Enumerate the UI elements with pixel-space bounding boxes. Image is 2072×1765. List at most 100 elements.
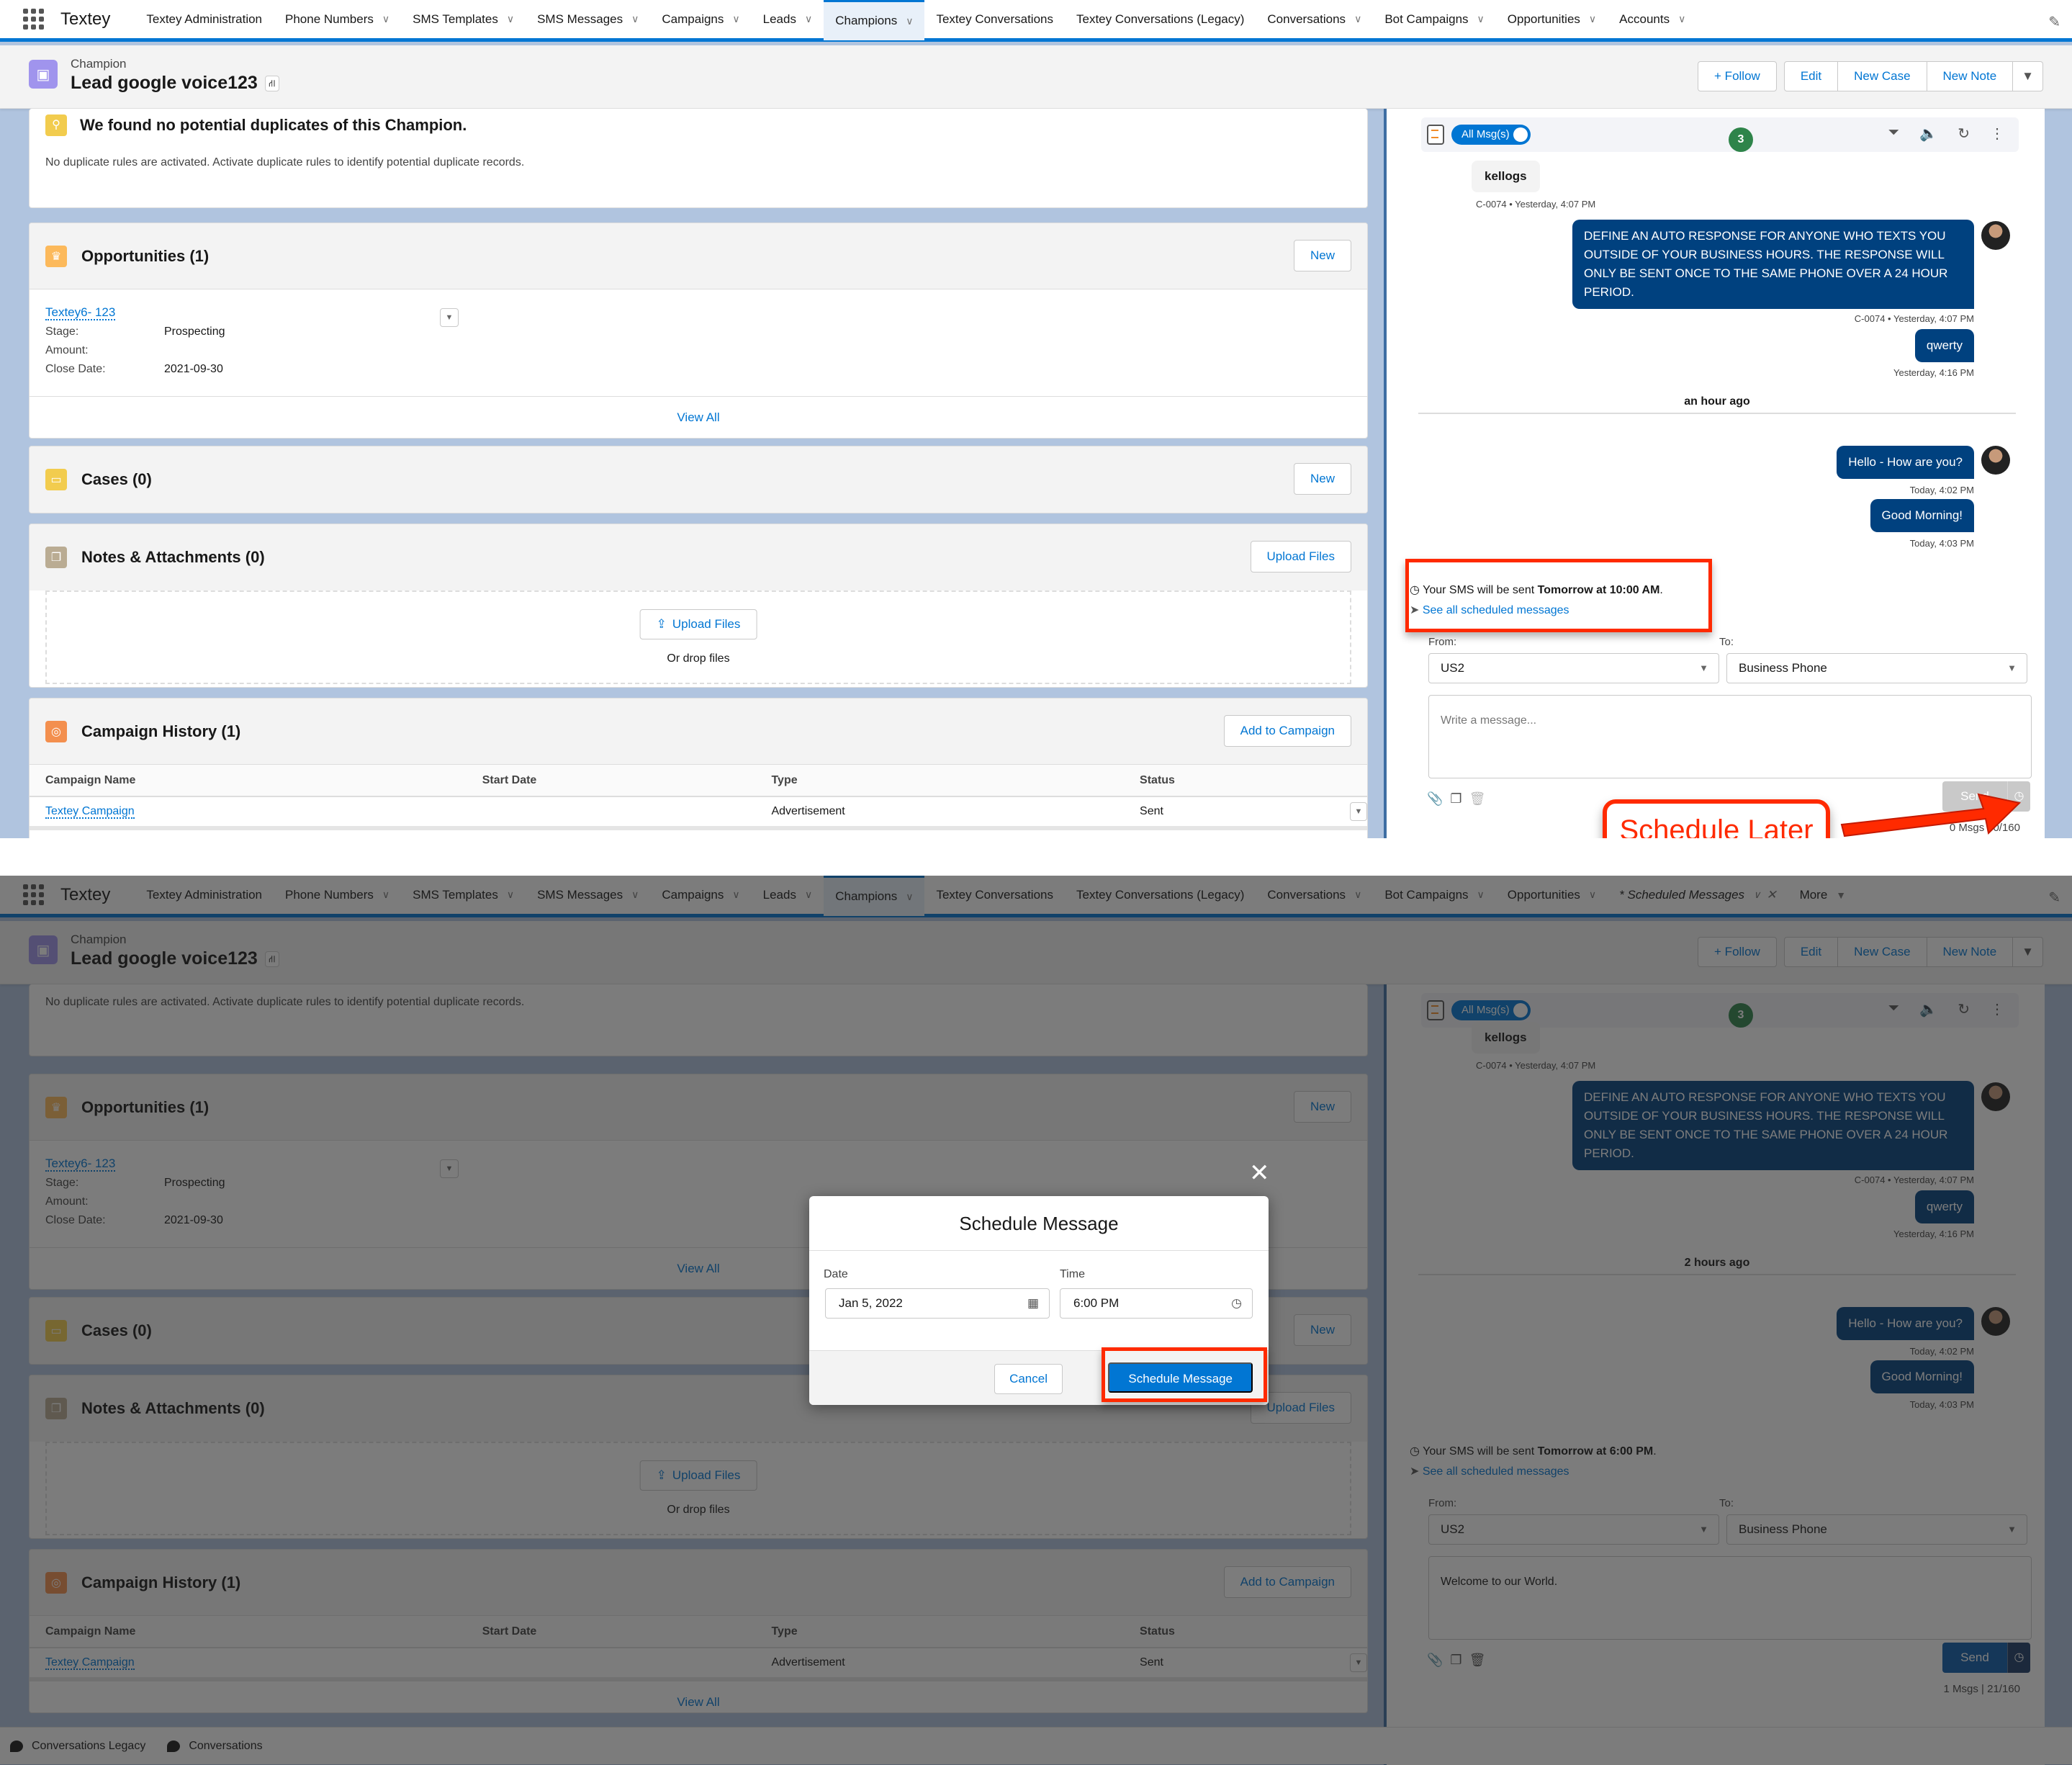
message-bubble-outgoing: DEFINE AN AUTO RESPONSE FOR ANYONE WHO T… (1572, 220, 1974, 309)
schedule-button-highlight (1102, 1347, 1267, 1402)
opportunity-link[interactable]: Textey6- 123 (45, 305, 116, 320)
upload-files-header-button[interactable]: Upload Files (1250, 541, 1351, 572)
nav-tabs: Textey AdministrationPhone Numbers∨SMS T… (135, 0, 1697, 40)
nav-tab[interactable]: Phone Numbers∨ (274, 0, 401, 40)
message-bubble-incoming: kellogs (1472, 161, 1540, 192)
attach-icon[interactable]: 📎 (1427, 791, 1443, 807)
chevron-down-icon[interactable]: ∨ (1678, 13, 1685, 25)
from-select[interactable]: US2▼ (1428, 653, 1719, 683)
row-actions-dropdown[interactable]: ▼ (440, 308, 459, 327)
cancel-button[interactable]: Cancel (994, 1364, 1063, 1394)
message-meta: Today, 4:02 PM (1909, 485, 1974, 495)
close-modal-icon[interactable]: ✕ (1249, 1159, 1270, 1187)
opportunity-icon: ♛ (45, 245, 67, 267)
message-bubble-outgoing: Hello - How are you? (1837, 446, 1974, 479)
agent-avatar (1981, 221, 2010, 250)
cases-card: ▭ Cases (0) New (29, 446, 1368, 513)
hierarchy-icon[interactable]: ⛙ (264, 76, 279, 92)
opportunities-view-all[interactable]: View All (30, 396, 1367, 438)
filter-icon[interactable]: ⏷ (1888, 125, 1899, 143)
row-actions-dropdown[interactable]: ▼ (1350, 802, 1367, 821)
nav-tab[interactable]: Conversations∨ (1256, 0, 1373, 40)
time-input[interactable]: 6:00 PM ◷ (1060, 1288, 1253, 1319)
chevron-down-icon[interactable]: ∨ (507, 13, 514, 25)
message-bubble-outgoing: Good Morning! (1870, 499, 1974, 532)
calendar-icon[interactable]: ▦ (1027, 1289, 1039, 1318)
notes-card: ❐ Notes & Attachments (0) Upload Files ⇪Up… (29, 524, 1368, 688)
message-input[interactable]: Write a message... (1428, 695, 2032, 778)
nav-tab[interactable]: Bot Campaigns∨ (1373, 0, 1495, 40)
col-header[interactable]: Status (1124, 765, 1334, 797)
opp-field-row: Stage:Prospecting (45, 325, 225, 338)
chat-header: All Msg(s) 3 ⏷ 🔈 ↻ ⋮ (1421, 117, 2019, 152)
file-dropzone[interactable]: ⇪Upload Files Or drop files (45, 590, 1351, 684)
follow-button[interactable]: + Follow (1698, 61, 1777, 91)
new-note-button[interactable]: New Note (1927, 61, 2014, 91)
chevron-down-icon[interactable]: ∨ (906, 15, 913, 27)
upload-files-button[interactable]: ⇪Upload Files (639, 609, 757, 639)
chevron-down-icon[interactable]: ∨ (1477, 13, 1485, 25)
app-name: Textey (60, 9, 111, 29)
nav-tab[interactable]: SMS Templates∨ (401, 0, 526, 40)
caret-down-icon: ▼ (1699, 663, 1708, 673)
col-header[interactable]: Campaign Name (30, 765, 467, 797)
message-meta: Today, 4:03 PM (1909, 538, 1974, 549)
nav-tab[interactable]: Textey Administration (135, 0, 274, 40)
new-case-related-button[interactable]: New (1293, 463, 1351, 495)
refresh-icon[interactable]: ↻ (1958, 125, 1970, 143)
opportunities-card: ♛ Opportunities (1) New Textey6- 123 Stage… (29, 223, 1368, 439)
delete-icon[interactable]: 🗑 (1469, 791, 1486, 807)
nav-tab[interactable]: SMS Messages∨ (526, 0, 650, 40)
chevron-down-icon[interactable]: ∨ (382, 13, 389, 25)
date-input[interactable]: Jan 5, 2022 ▦ (825, 1288, 1050, 1319)
date-label: Date (824, 1268, 848, 1280)
nav-tab[interactable]: Leads∨ (752, 0, 824, 40)
duplicates-title: We found no potential duplicates of this… (80, 116, 467, 134)
edit-button[interactable]: Edit (1783, 61, 1839, 91)
opp-field-row: Close Date:2021-09-30 (45, 363, 223, 375)
sound-icon[interactable]: 🔈 (1919, 125, 1937, 143)
campaign-link[interactable]: Textey Campaign (45, 805, 135, 819)
new-opportunity-button[interactable]: New (1293, 240, 1351, 271)
col-header[interactable]: Type (755, 765, 1125, 797)
chevron-down-icon[interactable]: ∨ (631, 13, 639, 25)
app-launcher-icon[interactable] (23, 9, 45, 30)
notes-title: Notes & Attachments (0) (81, 548, 265, 566)
nav-tab[interactable]: Textey Conversations (Legacy) (1065, 0, 1256, 40)
template-icon[interactable]: ❐ (1450, 791, 1461, 807)
nav-tab[interactable]: Accounts ∨ (1608, 0, 1697, 40)
col-header[interactable]: Start Date (466, 765, 756, 797)
message-meta: Yesterday, 4:16 PM (1893, 367, 1974, 378)
record-header: ▣ Champion Lead google voice123⛙ + Follo… (0, 45, 2072, 109)
textey-chat-logo-icon (1427, 125, 1444, 145)
nav-tab[interactable]: Textey Conversations (924, 0, 1065, 40)
global-nav: Textey Textey AdministrationPhone Number… (0, 0, 2072, 42)
all-messages-toggle[interactable]: All Msg(s) (1451, 125, 1531, 145)
clock-icon[interactable]: ◷ (1231, 1289, 1242, 1318)
more-options-icon[interactable]: ⋮ (1990, 125, 2004, 143)
upload-icon: ⇪ (656, 617, 667, 631)
champion-icon: ▣ (29, 60, 58, 89)
message-meta: C-0074 • Yesterday, 4:07 PM (1854, 313, 1974, 324)
new-case-button[interactable]: New Case (1838, 61, 1927, 91)
chevron-down-icon[interactable]: ∨ (1589, 13, 1596, 25)
nav-tab[interactable]: Opportunities∨ (1496, 0, 1608, 40)
campaign-history-title: Campaign History (1) (81, 722, 241, 740)
nav-tab[interactable]: Campaigns∨ (650, 0, 751, 40)
drop-hint: Or drop files (667, 652, 730, 665)
chevron-down-icon[interactable]: ∨ (732, 13, 739, 25)
chat-panel: All Msg(s) 3 ⏷ 🔈 ↻ ⋮ kellogs C-0074 • Yesterday… (1384, 109, 2045, 864)
unread-count-badge: 3 (1729, 127, 1753, 152)
nav-tab[interactable]: Champions∨ (824, 0, 925, 40)
edit-nav-icon[interactable]: ✎ (2048, 13, 2060, 31)
scheduled-notice-highlight (1405, 559, 1712, 632)
related-list-column: ⚲ We found no potential duplicates of th… (29, 109, 1368, 864)
more-actions-button[interactable]: ▼ (2013, 61, 2043, 91)
case-icon: ▭ (45, 469, 67, 490)
record-actions: + Follow Edit New Case New Note ▼ (1698, 61, 2043, 91)
chevron-down-icon[interactable]: ∨ (805, 13, 812, 25)
duplicates-subtitle: No duplicate rules are activated. Activa… (45, 156, 525, 169)
chevron-down-icon[interactable]: ∨ (1354, 13, 1361, 25)
add-to-campaign-button[interactable]: Add to Campaign (1223, 715, 1351, 747)
to-select[interactable]: Business Phone▼ (1726, 653, 2027, 683)
